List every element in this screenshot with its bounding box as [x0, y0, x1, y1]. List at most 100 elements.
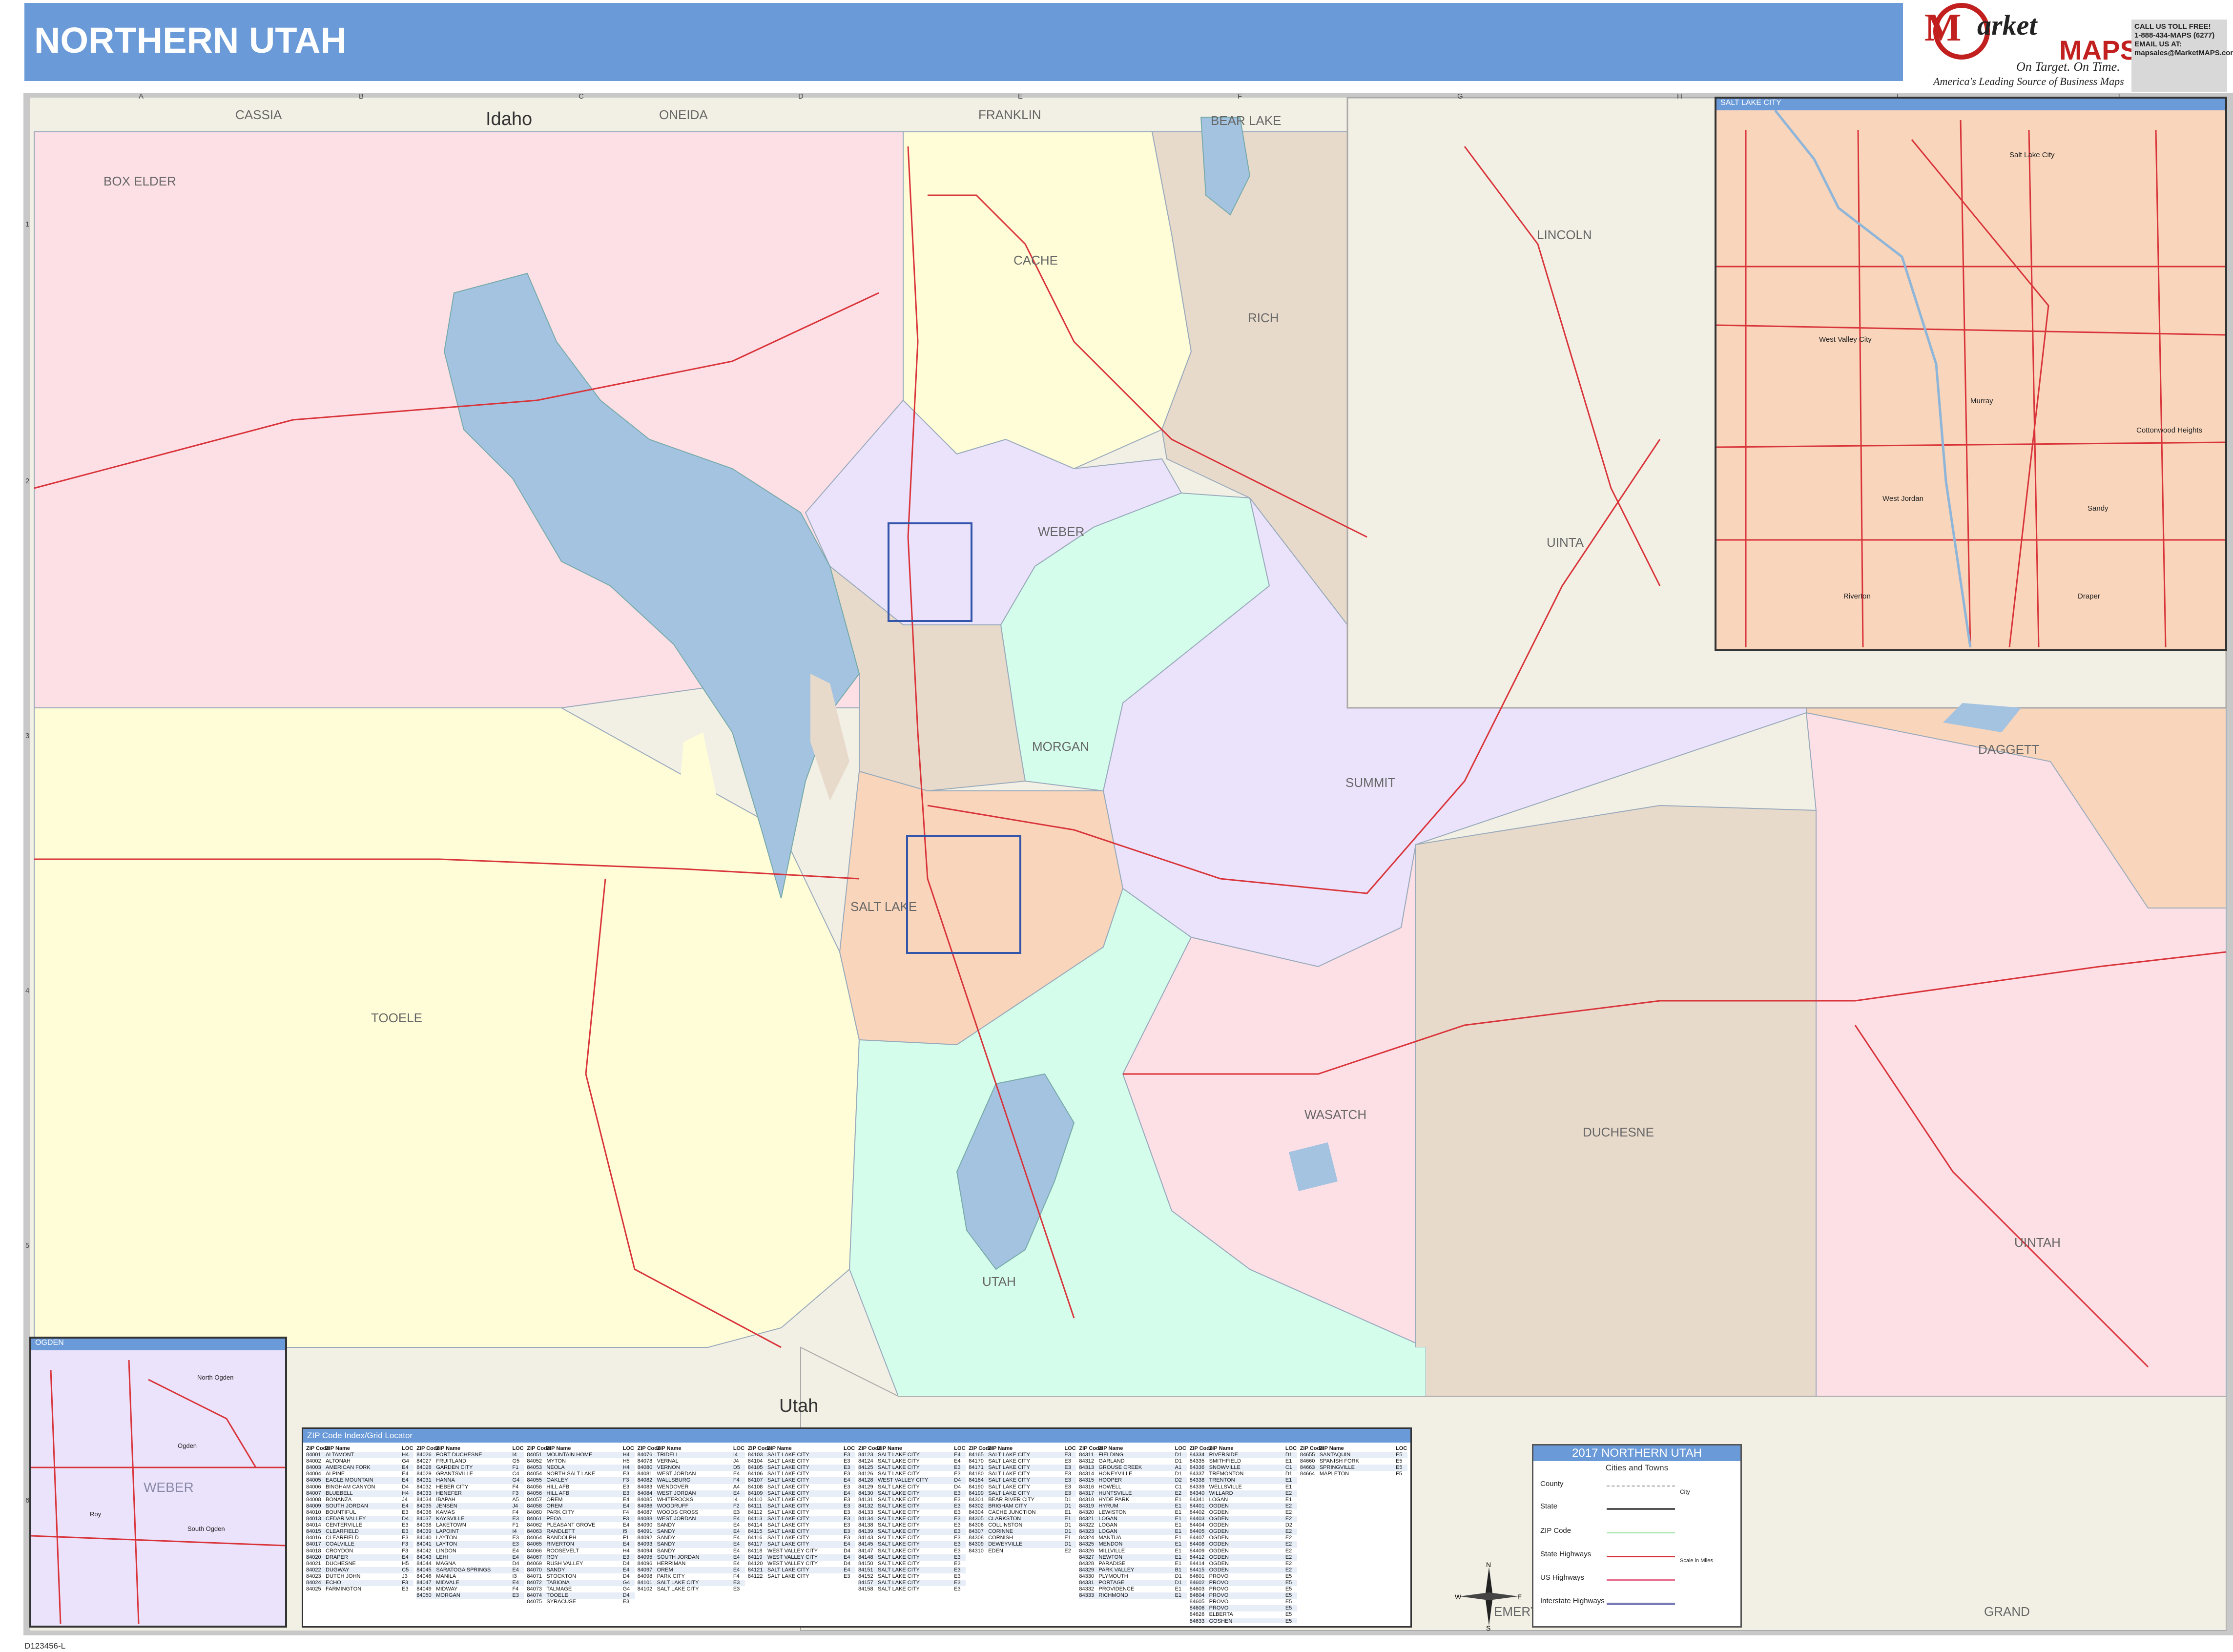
zip-code-cell: 84314 [1079, 1471, 1095, 1477]
zip-loc-cell: G4 [402, 1458, 409, 1465]
zip-name-cell: BOUNTIFUL [326, 1509, 356, 1515]
zip-row: 84404 OGDEN D2 [1190, 1522, 1297, 1528]
zip-loc-cell: E4 [844, 1541, 850, 1548]
zip-name-cell: OREM [657, 1567, 673, 1573]
zip-code-cell: 84302 [969, 1503, 984, 1509]
zip-row: 84326 MILLVILLE E1 [1079, 1548, 1186, 1554]
zip-row: 84023 DUTCH JOHN J3 [306, 1573, 414, 1580]
zip-loc-cell: D1 [1175, 1452, 1182, 1458]
zip-loc-cell: E2 [1064, 1548, 1071, 1554]
zip-loc-cell: D4 [954, 1477, 961, 1484]
county-label-weber: WEBER [1038, 524, 1084, 539]
zip-loc-cell: H4 [622, 1465, 630, 1471]
zip-code-cell: 84139 [858, 1528, 873, 1535]
zip-code-cell: 84036 [416, 1509, 432, 1515]
zip-name-cell: WEST JORDAN [657, 1471, 696, 1477]
zip-name-cell: SANDY [657, 1541, 676, 1548]
zip-code-cell: 84098 [637, 1573, 653, 1579]
zip-code-cell: 84157 [858, 1579, 873, 1586]
zip-row: 84165 SALT LAKE CITY E3 [969, 1452, 1076, 1459]
zip-loc-cell: H5 [402, 1560, 409, 1567]
product-code: D123456-L [24, 1641, 66, 1651]
grid-rows: 1 2 3 4 5 6 [25, 220, 29, 1505]
zip-name-cell: PROVO [1209, 1579, 1229, 1586]
zip-row: 84655 SANTAQUIN E5 [1300, 1452, 1408, 1459]
zip-loc-cell: E4 [402, 1471, 409, 1477]
zip-row: 84126 SALT LAKE CITY E3 [858, 1471, 966, 1477]
zip-row: 84061 PEOA F3 [527, 1516, 635, 1523]
zip-loc-cell: E5 [1396, 1458, 1403, 1465]
zip-row: 84301 BEAR RIVER CITY D1 [969, 1497, 1076, 1503]
zip-loc-cell: E3 [844, 1573, 850, 1579]
zip-row: 84606 PROVO E5 [1189, 1605, 1297, 1612]
zip-row: 84604 PROVO E5 [1189, 1592, 1297, 1599]
zip-code-cell: 84001 [306, 1452, 321, 1458]
zip-row: 84086 WOODRUFF F2 [637, 1503, 745, 1509]
zip-row: 84097 OREM E4 [637, 1567, 745, 1573]
zip-name-cell: VERNAL [657, 1458, 679, 1465]
zip-code-cell: 84039 [416, 1528, 432, 1535]
zip-name-cell: OGDEN [1209, 1503, 1229, 1509]
ogden-inset[interactable]: OGDEN WEBER North Ogden Ogden Roy South … [29, 1337, 287, 1628]
zip-code-cell: 84316 [1079, 1484, 1095, 1490]
zip-code-cell: 84122 [747, 1573, 763, 1579]
zip-loc-cell: E3 [954, 1554, 961, 1560]
zip-loc-cell: F3 [622, 1477, 629, 1484]
zip-name-cell: WEST VALLEY CITY [878, 1477, 929, 1484]
zip-code-cell: 84601 [1189, 1573, 1205, 1579]
grid-col-b: B [359, 92, 364, 101]
zip-loc-cell: D1 [1285, 1452, 1292, 1458]
zip-row: 84122 SALT LAKE CITY E3 [748, 1573, 855, 1580]
zip-name-cell: SARATOGA SPRINGS [436, 1567, 491, 1573]
zip-row: 84129 SALT LAKE CITY D4 [858, 1484, 966, 1490]
zip-row: 84069 RUSH VALLEY D4 [527, 1561, 634, 1567]
zip-row: 84312 GARLAND D1 [1079, 1458, 1186, 1465]
zip-row: 84316 HOWELL C1 [1079, 1484, 1186, 1490]
county-label-duchesne: DUCHESNE [1583, 1125, 1654, 1139]
slc-inset[interactable]: SALT LAKE CITY Salt Lake City West Valle… [1715, 97, 2227, 651]
zip-name-cell: PROVO [1209, 1573, 1229, 1579]
zip-row: 84064 RANDOLPH F1 [527, 1535, 634, 1541]
zip-name-cell: SYRACUSE [546, 1599, 576, 1605]
zip-name-cell: TRIDELL [657, 1452, 679, 1458]
zip-loc-cell: E3 [844, 1465, 850, 1471]
zip-header-cell: ZIP Code [306, 1446, 330, 1451]
zip-code-cell: 84304 [969, 1509, 984, 1515]
zip-row: 84184 SALT LAKE CITY E3 [969, 1477, 1076, 1484]
zip-code-cell: 84025 [306, 1586, 321, 1592]
zip-loc-cell: E3 [1064, 1484, 1071, 1490]
zip-code-cell: 84109 [747, 1490, 763, 1496]
zip-header-row: ZIP Code ZIP Name LOC [638, 1446, 745, 1452]
zip-name-cell: MAPLETON [1319, 1471, 1349, 1477]
zip-column: ZIP Code ZIP Name LOC 84311 FIELDING D1 84312 G… [1079, 1446, 1187, 1623]
zip-code-cell: 84112 [747, 1509, 763, 1515]
zip-name-cell: HUNTSVILLE [1098, 1490, 1132, 1496]
zip-loc-cell: F5 [1396, 1471, 1402, 1477]
zip-loc-cell: E5 [1285, 1573, 1292, 1579]
zip-row: 84143 SALT LAKE CITY E3 [858, 1535, 966, 1541]
zip-name-cell: IBAPAH [436, 1496, 455, 1503]
zip-loc-cell: F3 [402, 1579, 409, 1586]
zip-column: ZIP Code ZIP Name LOC 84655 SANTAQUIN E5 84660… [1300, 1446, 1408, 1623]
zip-code-cell: 84324 [1079, 1535, 1095, 1541]
legend-item-state: State [1540, 1502, 1558, 1510]
zip-row: 84305 CLARKSTON E1 [969, 1516, 1076, 1523]
zip-row: 84105 SALT LAKE CITY E3 [747, 1465, 856, 1471]
zip-header-cell: LOC [844, 1446, 855, 1451]
slc-road-5 [2155, 129, 2167, 648]
zip-header-cell: ZIP Name [657, 1446, 682, 1451]
zip-code-cell: 84007 [306, 1490, 321, 1496]
zip-header-cell: ZIP Name [546, 1446, 571, 1451]
zip-row: 84071 STOCKTON D4 [527, 1573, 634, 1580]
zip-loc-cell: D1 [1064, 1528, 1072, 1535]
zip-loc-cell: E4 [733, 1567, 740, 1573]
zip-name-cell: SALT LAKE CITY [988, 1471, 1031, 1477]
zip-code-cell: 84069 [527, 1560, 542, 1567]
zip-name-cell: SALT LAKE CITY [988, 1458, 1031, 1465]
zip-row: 84094 SANDY E4 [638, 1548, 745, 1554]
zip-row: 84007 BLUEBELL H4 [306, 1490, 414, 1497]
zip-loc-cell: A4 [733, 1484, 740, 1490]
zip-name-cell: AMERICAN FORK [326, 1465, 371, 1471]
zip-column: ZIP Code ZIP Name LOC 84051 MOUNTAIN HOME H4 8… [527, 1446, 635, 1623]
zip-row: 84074 TOOELE D4 [527, 1592, 635, 1599]
